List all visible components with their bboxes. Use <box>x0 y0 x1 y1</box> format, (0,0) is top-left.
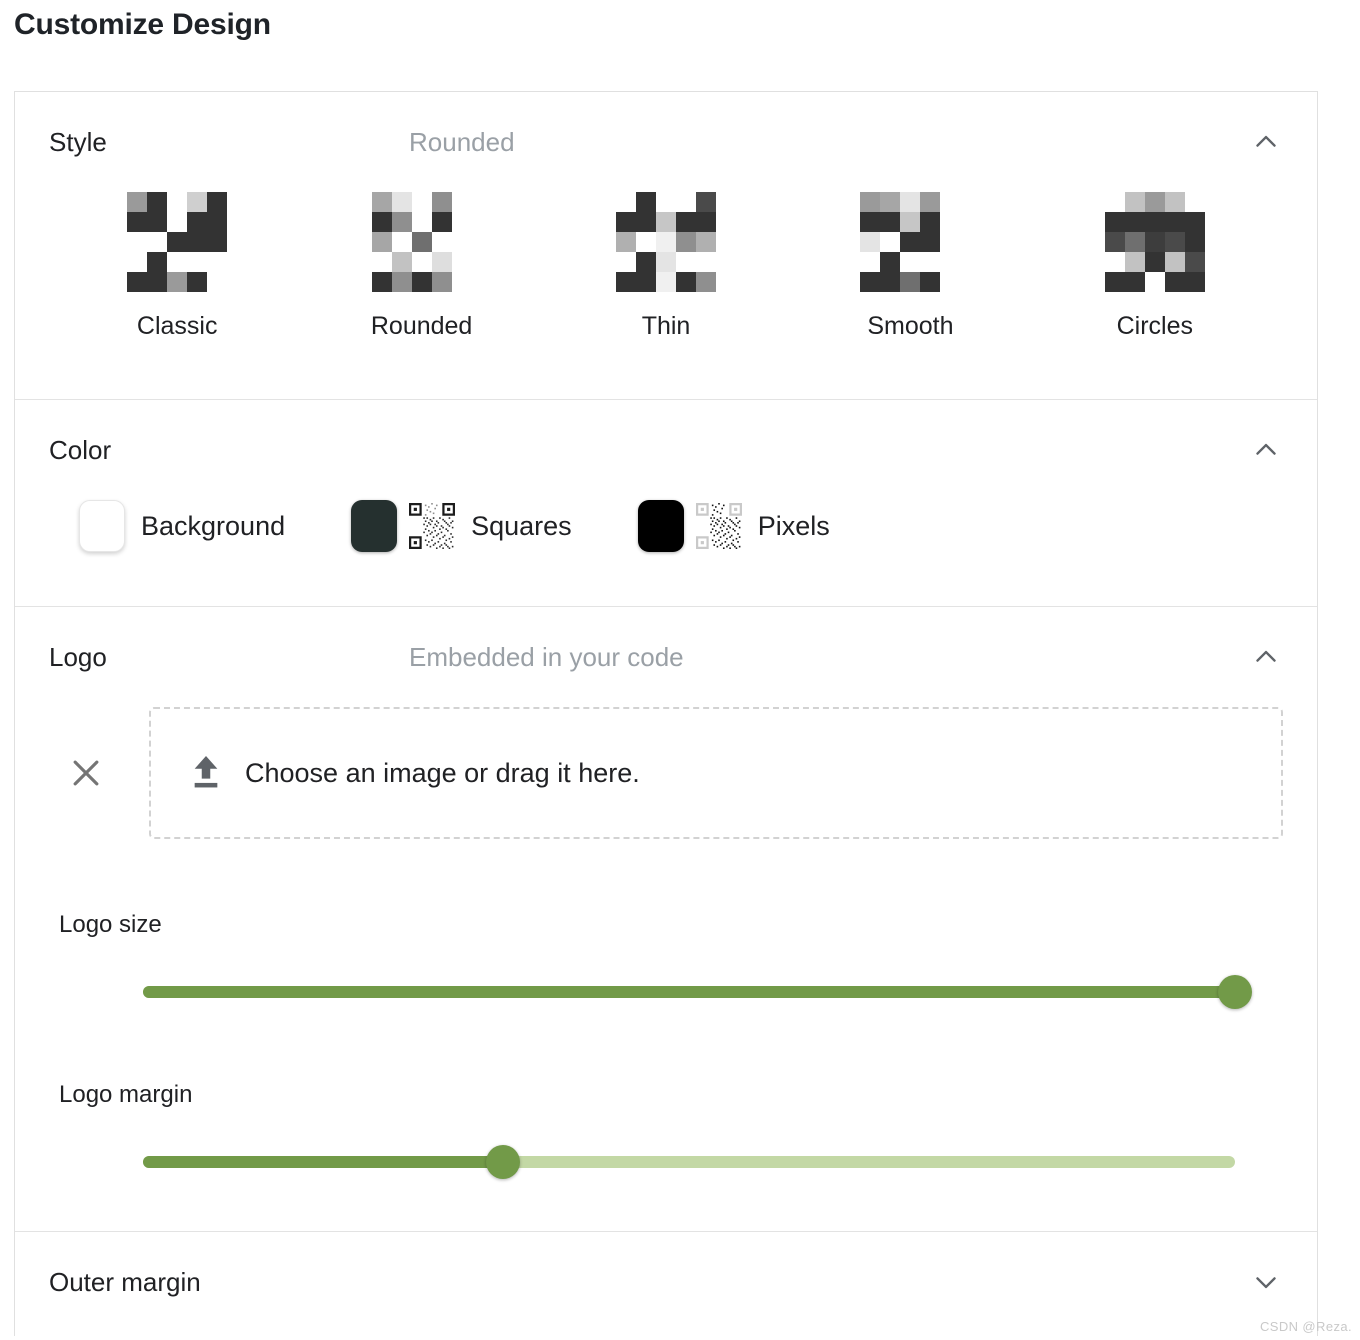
style-label-rounded: Rounded <box>370 312 473 340</box>
logo-size-control: Logo size <box>15 911 1317 1009</box>
color-swatch-background[interactable] <box>79 500 125 552</box>
style-option-thin[interactable]: Thin <box>544 192 788 341</box>
style-thumbnail-classic <box>127 192 228 292</box>
style-label-classic: Classic <box>136 312 218 340</box>
close-icon[interactable] <box>59 746 113 800</box>
section-color: Color Background Squares Pixels <box>15 399 1317 606</box>
logo-size-label: Logo size <box>59 911 162 938</box>
upload-icon <box>189 753 223 793</box>
style-label-circles: Circles <box>1116 312 1194 340</box>
style-thumbnail-rounded <box>371 192 472 292</box>
color-swatches-row: Background Squares Pixels <box>15 500 1317 606</box>
chevron-up-icon[interactable] <box>1249 433 1283 467</box>
section-color-header[interactable]: Color <box>15 400 1317 500</box>
style-thumbnail-smooth <box>860 192 961 292</box>
logo-size-track-fill <box>143 986 1235 998</box>
style-option-smooth[interactable]: Smooth <box>788 192 1032 341</box>
dropzone-label: Choose an image or drag it here. <box>245 757 640 788</box>
section-style: Style Rounded Classic Rounded Thin Smoot… <box>15 92 1317 399</box>
qr-preview-squares-icon <box>409 501 456 551</box>
chevron-up-icon[interactable] <box>1249 125 1283 159</box>
logo-size-slider[interactable] <box>143 975 1252 1009</box>
page-title: Customize Design <box>14 8 271 41</box>
section-style-title: Style <box>49 126 107 157</box>
section-logo-title: Logo <box>49 641 107 672</box>
color-option-pixels[interactable]: Pixels <box>637 500 830 552</box>
section-outer-margin-title: Outer margin <box>49 1266 201 1297</box>
style-option-classic[interactable]: Classic <box>55 192 299 341</box>
style-label-thin: Thin <box>641 312 691 340</box>
watermark: CSDN @Reza. <box>1259 1319 1352 1334</box>
logo-size-thumb[interactable] <box>1218 975 1252 1009</box>
qr-preview-pixels-icon <box>695 501 742 551</box>
color-swatch-pixels[interactable] <box>637 500 684 552</box>
color-option-background[interactable]: Background <box>79 500 285 552</box>
section-color-title: Color <box>49 434 112 465</box>
style-thumbnail-thin <box>616 192 717 292</box>
design-options-card: Style Rounded Classic Rounded Thin Smoot… <box>14 91 1318 1336</box>
style-options-row: Classic Rounded Thin Smooth Circles <box>15 192 1317 399</box>
color-swatch-squares[interactable] <box>351 500 398 552</box>
style-option-circles[interactable]: Circles <box>1033 192 1277 341</box>
logo-margin-label: Logo margin <box>59 1081 193 1108</box>
logo-upload-row: Choose an image or drag it here. <box>15 707 1317 839</box>
color-label-pixels: Pixels <box>757 510 830 541</box>
section-logo: Logo Embedded in your code Choose an ima… <box>15 606 1317 1231</box>
customize-design-page: Customize Design Style Rounded Classic R… <box>0 0 1360 1340</box>
chevron-down-icon[interactable] <box>1249 1265 1283 1299</box>
logo-dropzone[interactable]: Choose an image or drag it here. <box>149 707 1283 839</box>
logo-margin-thumb[interactable] <box>486 1145 521 1179</box>
section-logo-header[interactable]: Logo Embedded in your code <box>15 607 1317 707</box>
style-option-rounded[interactable]: Rounded <box>299 192 543 341</box>
style-label-smooth: Smooth <box>867 312 954 340</box>
color-option-squares[interactable]: Squares <box>351 500 572 552</box>
chevron-up-icon[interactable] <box>1249 640 1283 674</box>
section-logo-value: Embedded in your code <box>409 641 684 672</box>
logo-margin-slider[interactable] <box>143 1145 1235 1179</box>
section-outer-margin: Outer margin <box>15 1231 1317 1332</box>
color-label-squares: Squares <box>471 510 572 541</box>
style-thumbnail-circles <box>1104 192 1205 292</box>
logo-margin-track-fill <box>143 1156 504 1168</box>
section-style-value: Rounded <box>409 126 515 157</box>
color-label-background: Background <box>141 510 286 541</box>
logo-margin-control: Logo margin <box>15 1081 1317 1179</box>
section-style-header[interactable]: Style Rounded <box>15 92 1317 192</box>
section-outer-margin-header[interactable]: Outer margin <box>15 1232 1317 1332</box>
